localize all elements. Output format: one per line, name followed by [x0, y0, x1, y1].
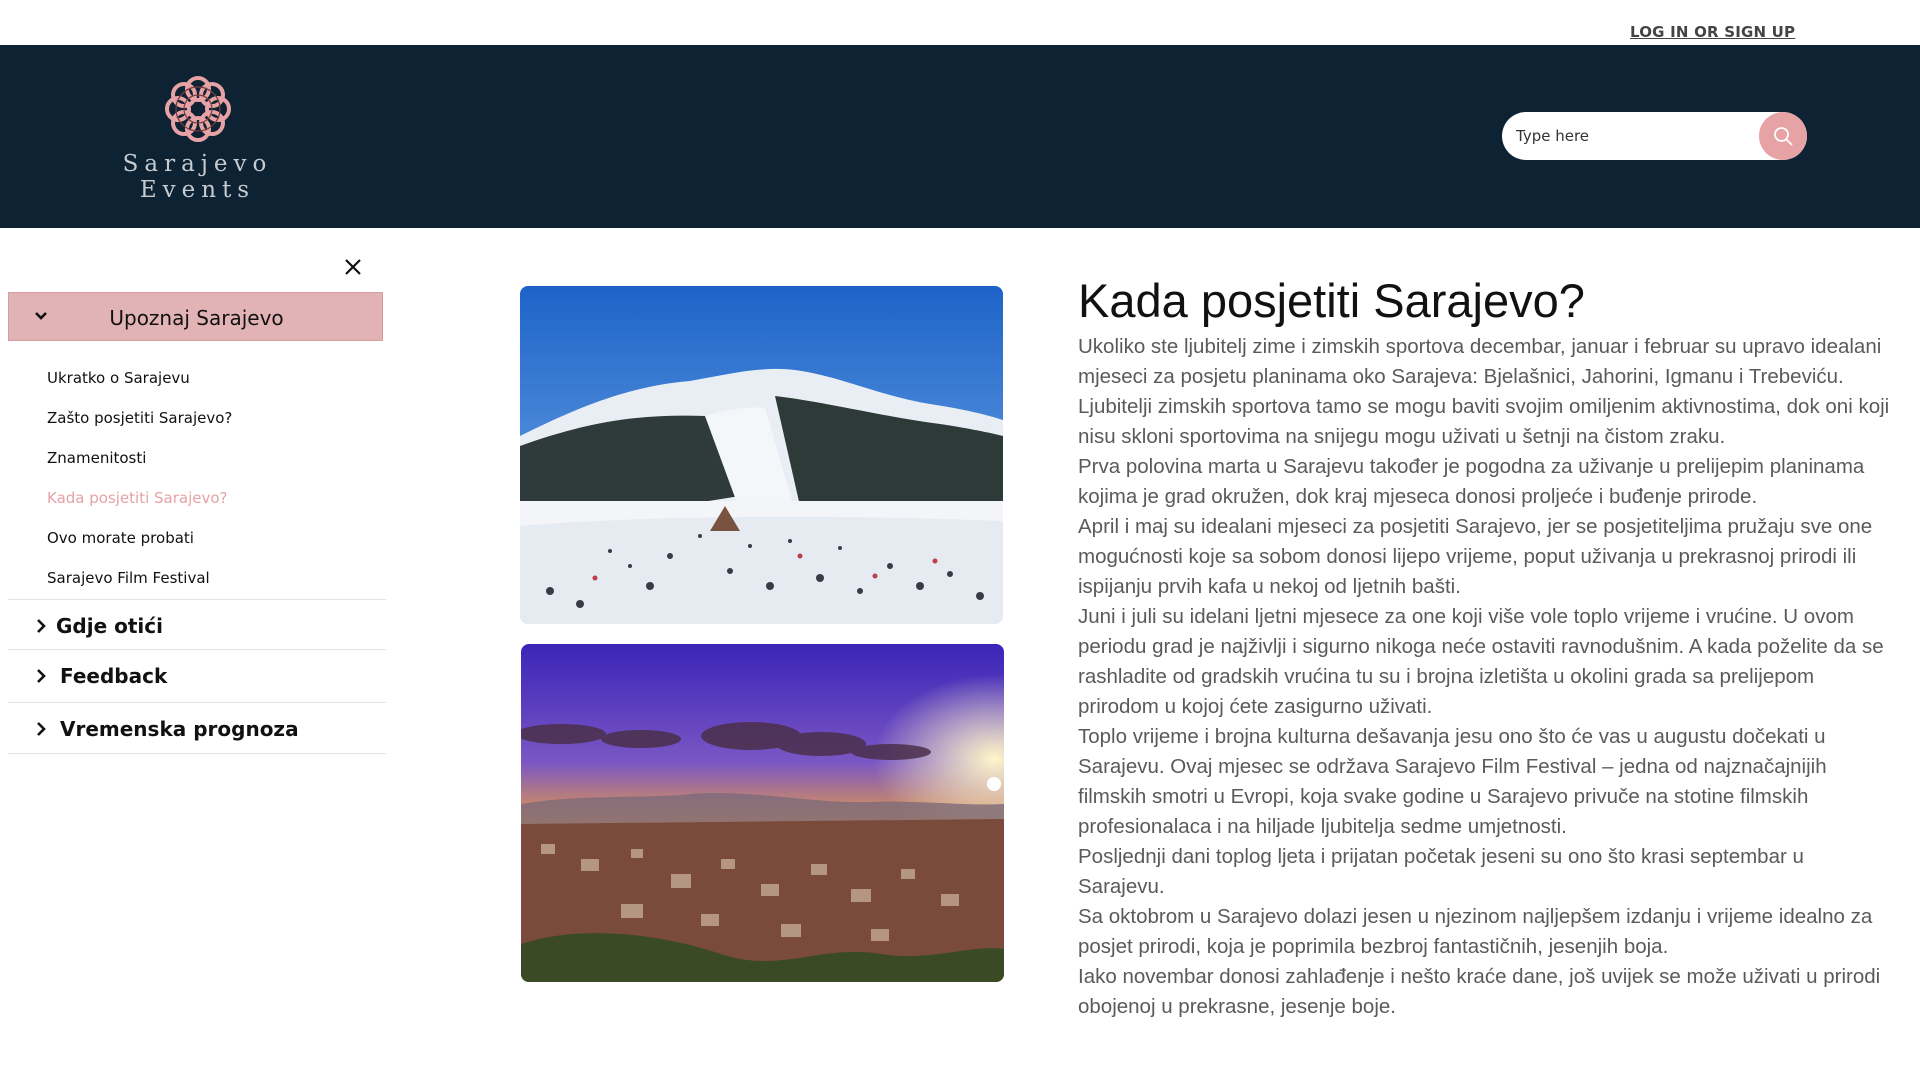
- sidebar-section-label: Feedback: [60, 664, 168, 688]
- paragraph-october: Sa oktobrom u Sarajevo dolazi jesen u nj…: [1078, 905, 1873, 958]
- chevron-right-icon: [37, 669, 46, 683]
- sidebar-section-gdje-otici[interactable]: Gdje otići: [8, 599, 386, 651]
- chevron-right-icon: [37, 722, 46, 736]
- sidebar-item-zasto-posjetiti[interactable]: Zašto posjetiti Sarajevo?: [47, 409, 232, 427]
- logo-text-line2: Events: [139, 177, 256, 203]
- logo-text-line1: Sarajevo: [122, 151, 273, 177]
- chevron-right-icon: [37, 619, 46, 633]
- top-bar: LOG IN OR SIGN UP: [0, 0, 1920, 45]
- sidebar-section-label: Upoznaj Sarajevo: [109, 306, 284, 330]
- sidebar-item-kada-posjetiti[interactable]: Kada posjetiti Sarajevo?: [47, 489, 228, 507]
- paragraph-april-may: April i maj su idealani mjeseci za posje…: [1078, 515, 1873, 598]
- sidebar-item-ovo-morate-probati[interactable]: Ovo morate probati: [47, 529, 194, 547]
- paragraph-june-july: Juni i juli su idelani ljetni mjesece za…: [1078, 605, 1884, 718]
- sidebar-section-upoznaj-sarajevo[interactable]: Upoznaj Sarajevo: [8, 292, 383, 341]
- sidebar-section-feedback[interactable]: Feedback: [8, 649, 386, 701]
- sidebar-item-film-festival[interactable]: Sarajevo Film Festival: [47, 569, 210, 587]
- paragraph-september: Posljednji dani toplog ljeta i prijatan …: [1078, 845, 1804, 898]
- page-title: Kada posjetiti Sarajevo?: [1078, 274, 1585, 327]
- ski-resort-image: [520, 286, 1003, 624]
- celtic-knot-logo-icon: [164, 76, 231, 142]
- search-icon: [1774, 127, 1793, 146]
- sidebar-section-label: Gdje otići: [56, 614, 163, 638]
- paragraph-november: Iako novembar donosi zahlađenje i nešto …: [1078, 965, 1881, 1018]
- paragraph-august: Toplo vrijeme i brojna kulturna dešavanj…: [1078, 725, 1827, 838]
- paragraph-winter: Ukoliko ste ljubitelj zime i zimskih spo…: [1078, 335, 1890, 448]
- sidebar-section-vremenska-prognoza[interactable]: Vremenska prognoza: [8, 702, 386, 754]
- sidebar-item-znamenitosti[interactable]: Znamenitosti: [47, 449, 146, 467]
- paragraph-march: Prva polovina marta u Sarajevu također j…: [1078, 455, 1865, 508]
- main-content: Kada posjetiti Sarajevo? Ukoliko ste lju…: [1078, 270, 1890, 1022]
- site-header: Sarajevo Events: [0, 45, 1920, 228]
- sidebar-item-ukratko[interactable]: Ukratko o Sarajevu: [47, 369, 190, 387]
- search-button[interactable]: [1759, 112, 1807, 160]
- close-icon: [345, 259, 361, 275]
- login-signup-link[interactable]: LOG IN OR SIGN UP: [1630, 23, 1795, 41]
- sidebar-section-label: Vremenska prognoza: [60, 717, 299, 741]
- search-input[interactable]: [1516, 124, 1746, 148]
- site-logo[interactable]: Sarajevo Events: [110, 75, 285, 215]
- sidebar-close-button[interactable]: [341, 255, 365, 279]
- sarajevo-sunset-image: [521, 644, 1004, 982]
